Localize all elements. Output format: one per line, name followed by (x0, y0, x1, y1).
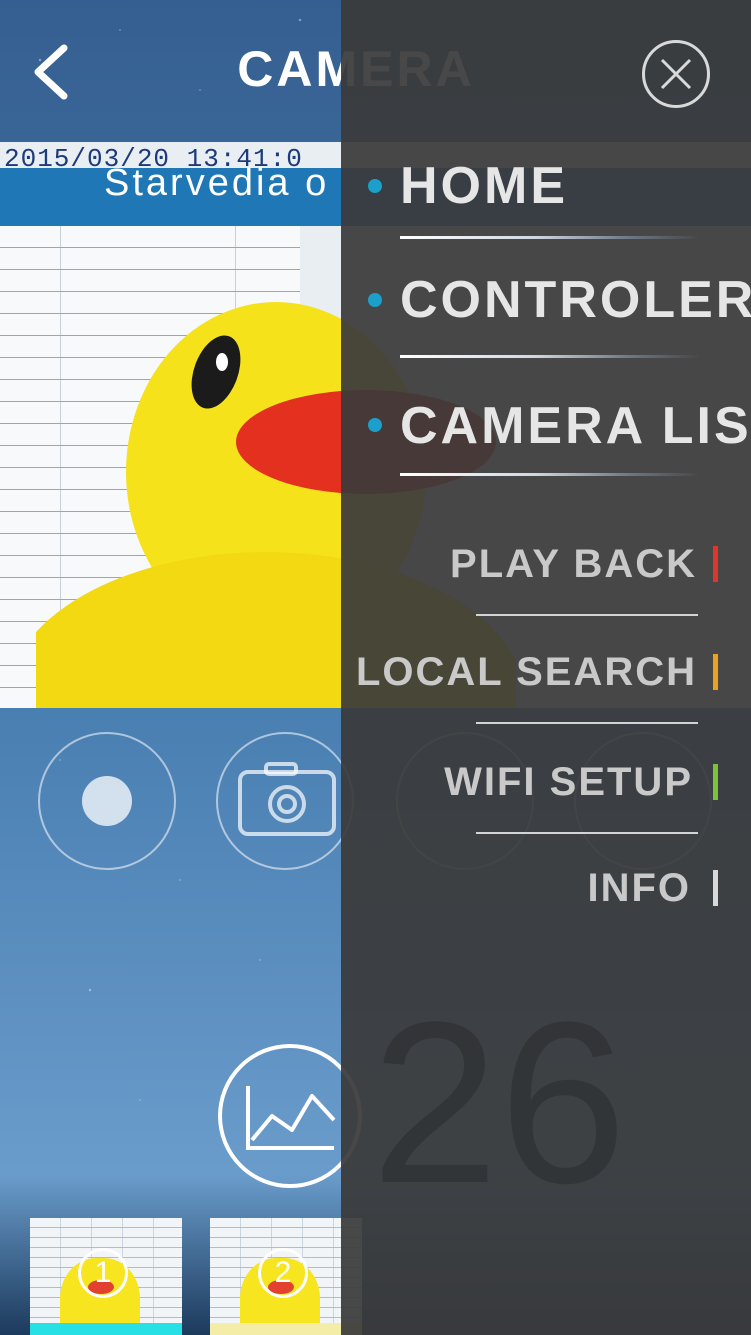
thumbnail-number-badge: 2 (258, 1248, 308, 1298)
line-chart-icon (246, 1086, 336, 1150)
thumbnail-number-badge: 1 (78, 1248, 128, 1298)
menu-bullet-dot (368, 179, 382, 193)
menu-item-controler[interactable]: CONTROLER (341, 268, 751, 386)
menu-divider (476, 722, 698, 724)
menu-divider (400, 355, 700, 358)
video-caption: Starvedia o (104, 162, 330, 204)
menu-item-home[interactable]: HOME (341, 150, 751, 268)
menu-item-label: HOME (400, 157, 568, 215)
camera-thumbnail-1[interactable]: 1 (30, 1218, 182, 1335)
menu-bullet-dot (368, 293, 382, 307)
menu-divider (476, 832, 698, 834)
side-menu-drawer: 26 HOME CONTROLER CAMERA LIST PLAY BACK … (341, 0, 751, 1335)
menu-item-info[interactable]: INFO (341, 864, 751, 964)
menu-divider (400, 473, 700, 476)
camera-icon (238, 762, 336, 836)
background-temperature-ghost: 26 (371, 974, 627, 1231)
menu-item-label: INFO (587, 866, 691, 910)
menu-divider (476, 614, 698, 616)
menu-item-label: CAMERA LIST (400, 397, 751, 455)
menu-item-color-marker (713, 654, 718, 690)
menu-item-label: WIFI SETUP (444, 760, 693, 804)
close-icon (660, 58, 692, 90)
menu-item-color-marker (713, 546, 718, 582)
menu-item-color-marker (713, 764, 718, 800)
thumbnail-status-bar (30, 1323, 182, 1335)
menu-item-camera-list[interactable]: CAMERA LIST (341, 392, 751, 510)
record-button[interactable] (38, 732, 176, 870)
menu-item-label: CONTROLER (400, 271, 751, 329)
menu-bullet-dot (368, 418, 382, 432)
thumbnail-status-bar (210, 1323, 362, 1335)
snapshot-button[interactable] (216, 732, 354, 870)
menu-item-local-search[interactable]: LOCAL SEARCH (341, 648, 751, 748)
menu-divider (400, 236, 700, 239)
menu-item-label: PLAY BACK (450, 542, 697, 586)
menu-item-play-back[interactable]: PLAY BACK (341, 540, 751, 640)
menu-item-wifi-setup[interactable]: WIFI SETUP (341, 758, 751, 858)
menu-item-color-marker (713, 870, 718, 906)
camera-thumbnail-2[interactable]: 2 (210, 1218, 362, 1335)
close-menu-button[interactable] (642, 40, 710, 108)
record-icon (82, 776, 132, 826)
menu-item-label: LOCAL SEARCH (355, 650, 697, 694)
